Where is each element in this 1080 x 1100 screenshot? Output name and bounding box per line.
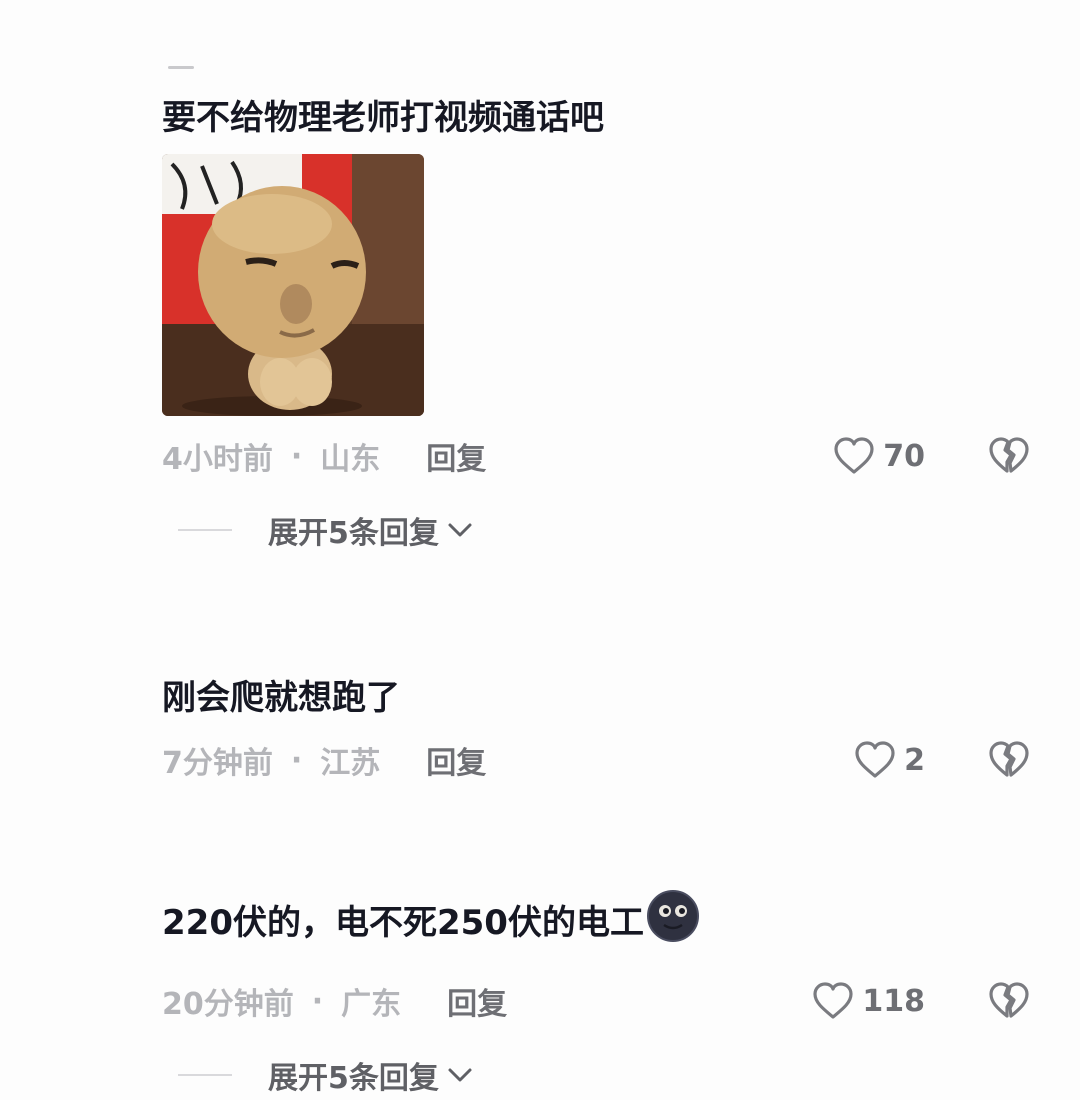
comment-location: 山东 (320, 442, 381, 477)
meta-separator: · (311, 983, 324, 1019)
comment-list: 要不给物理老师打视频通话吧 4小时前 · 山东 回复 70 展开5条回复 刚会爬… (0, 0, 1080, 1100)
comment-meta: 20分钟前 · 广东 回复 118 (162, 977, 1042, 1025)
mushroom-plush-sticker[interactable] (162, 154, 424, 416)
comment-text: 要不给物理老师打视频通话吧 (162, 98, 604, 138)
reply-button[interactable]: 回复 (447, 979, 507, 1023)
new-moon-face-emoji (646, 889, 700, 954)
like-count: 2 (904, 742, 925, 778)
reply-button[interactable]: 回复 (426, 738, 486, 782)
comment-meta: 4小时前 · 山东 回复 70 (162, 432, 1042, 480)
expand-replies-button[interactable]: 展开5条回复 (162, 1055, 1042, 1096)
like-button[interactable]: 70 (833, 432, 925, 480)
expand-replies-label: 展开5条回复 (268, 516, 439, 551)
expand-replies-button[interactable]: 展开5条回复 (162, 510, 1042, 551)
comment-time: 7分钟前 (162, 746, 273, 781)
broken-heart-icon[interactable] (988, 740, 1030, 780)
comment-location: 江苏 (320, 746, 381, 781)
comment-meta: 7分钟前 · 江苏 回复 2 (162, 736, 1042, 784)
divider-line (178, 529, 232, 531)
like-count: 118 (862, 983, 925, 1019)
comment-location: 广东 (341, 987, 402, 1022)
comment-text: 刚会爬就想跑了 (162, 678, 400, 718)
meta-separator: · (290, 742, 303, 778)
comment-text: 220伏的，电不死250伏的电工 (162, 903, 644, 943)
comment-text-row: 220伏的，电不死250伏的电工 (162, 889, 1042, 957)
comment-item: 刚会爬就想跑了 7分钟前 · 江苏 回复 2 (162, 676, 1042, 784)
heart-outline-icon[interactable] (812, 981, 854, 1021)
like-count: 70 (883, 438, 925, 474)
chevron-down-icon (447, 1066, 473, 1084)
comment-item: 220伏的，电不死250伏的电工 20分钟前 · 广东 回复 118 展开5条回… (162, 889, 1042, 1096)
comment-item: 要不给物理老师打视频通话吧 4小时前 · 山东 回复 70 展开5条回复 (162, 96, 1042, 551)
like-button[interactable]: 2 (854, 736, 925, 784)
heart-outline-icon[interactable] (833, 436, 875, 476)
heart-outline-icon[interactable] (854, 740, 896, 780)
expand-replies-label: 展开5条回复 (268, 1061, 439, 1096)
reply-button[interactable]: 回复 (426, 434, 486, 478)
comment-time: 20分钟前 (162, 987, 294, 1022)
chevron-down-icon (447, 521, 473, 539)
broken-heart-icon[interactable] (988, 981, 1030, 1021)
drag-handle (168, 66, 194, 69)
broken-heart-icon[interactable] (988, 436, 1030, 476)
meta-separator: · (290, 438, 303, 474)
divider-line (178, 1074, 232, 1076)
comment-time: 4小时前 (162, 442, 273, 477)
like-button[interactable]: 118 (812, 977, 925, 1025)
